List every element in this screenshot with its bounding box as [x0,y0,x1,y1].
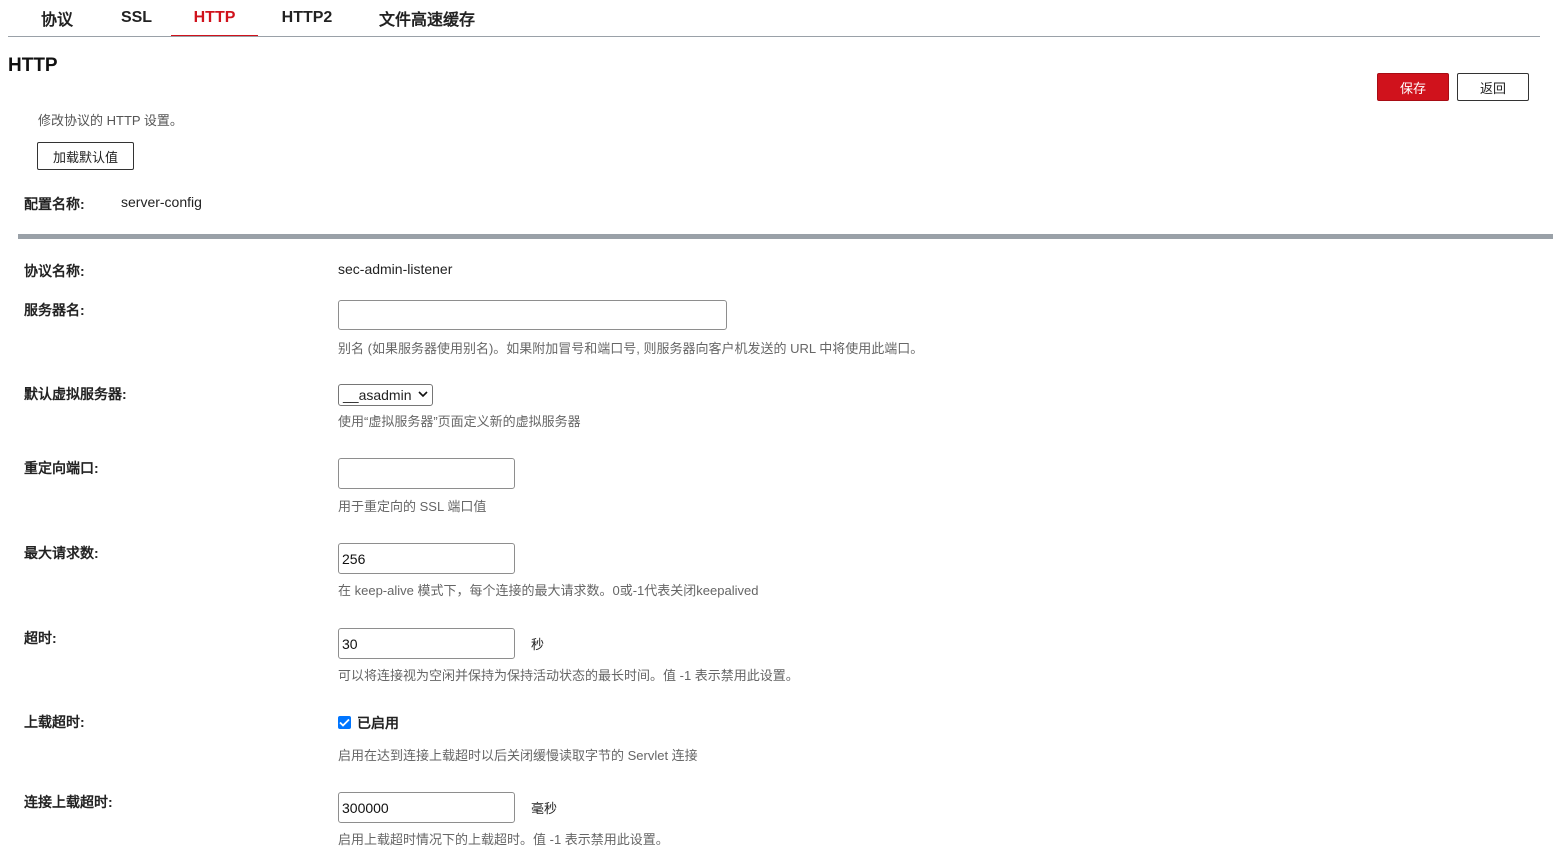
connection-upload-timeout-input[interactable] [338,792,515,823]
back-button[interactable]: 返回 [1457,73,1529,101]
default-virtual-server-help: 使用“虚拟服务器”页面定义新的虚拟服务器 [338,414,581,429]
timeout-label: 超时: [24,630,57,646]
connection-upload-timeout-unit: 毫秒 [531,801,558,816]
upload-timeout-help: 启用在达到连接上载超时以后关闭缓慢读取字节的 Servlet 连接 [338,748,698,763]
tab-bar: 协议 SSL HTTP HTTP2 文件高速缓存 [12,0,498,37]
max-requests-help: 在 keep-alive 模式下，每个连接的最大请求数。0或-1代表关闭keep… [338,583,759,598]
timeout-input[interactable] [338,628,515,659]
load-defaults-button[interactable]: 加载默认值 [37,142,134,170]
tab-divider [8,36,1540,37]
protocol-name-label: 协议名称: [24,263,85,279]
tab-http[interactable]: HTTP [171,0,258,37]
protocol-name-value: sec-admin-listener [338,261,453,277]
default-virtual-server-selected: __asadmin [343,387,412,403]
max-requests-label: 最大请求数: [24,545,99,561]
upload-timeout-checkbox[interactable] [338,716,351,729]
upload-timeout-label: 上载超时: [24,714,85,730]
server-name-help: 别名 (如果服务器使用别名)。如果附加冒号和端口号, 则服务器向客户机发送的 U… [338,341,924,356]
connection-upload-timeout-help: 启用上载超时情况下的上载超时。值 -1 表示禁用此设置。 [338,832,669,847]
redirect-port-label: 重定向端口: [24,460,99,476]
timeout-unit: 秒 [531,637,545,652]
redirect-port-input[interactable] [338,458,515,489]
save-button[interactable]: 保存 [1377,73,1449,101]
tab-ssl[interactable]: SSL [102,0,171,36]
default-virtual-server-label: 默认虚拟服务器: [24,386,127,402]
checkmark-icon [339,718,350,727]
timeout-help: 可以将连接视为空闲并保持为保持活动状态的最长时间。值 -1 表示禁用此设置。 [338,668,799,683]
default-virtual-server-select[interactable]: __asadmin [338,384,433,406]
config-name-value: server-config [121,194,202,210]
tab-http2[interactable]: HTTP2 [258,0,356,36]
connection-upload-timeout-label: 连接上载超时: [24,794,113,810]
page-title: HTTP [8,55,58,76]
chevron-down-icon [418,390,428,401]
tab-file-cache[interactable]: 文件高速缓存 [356,0,498,36]
server-name-input[interactable] [338,300,727,330]
tab-protocol[interactable]: 协议 [12,0,102,36]
redirect-port-help: 用于重定向的 SSL 端口值 [338,499,487,514]
section-separator [18,234,1553,239]
max-requests-input[interactable] [338,543,515,574]
upload-timeout-enabled-label: 已启用 [357,715,399,731]
page-description: 修改协议的 HTTP 设置。 [38,113,183,128]
server-name-label: 服务器名: [24,302,85,318]
config-name-label: 配置名称: [24,196,85,212]
